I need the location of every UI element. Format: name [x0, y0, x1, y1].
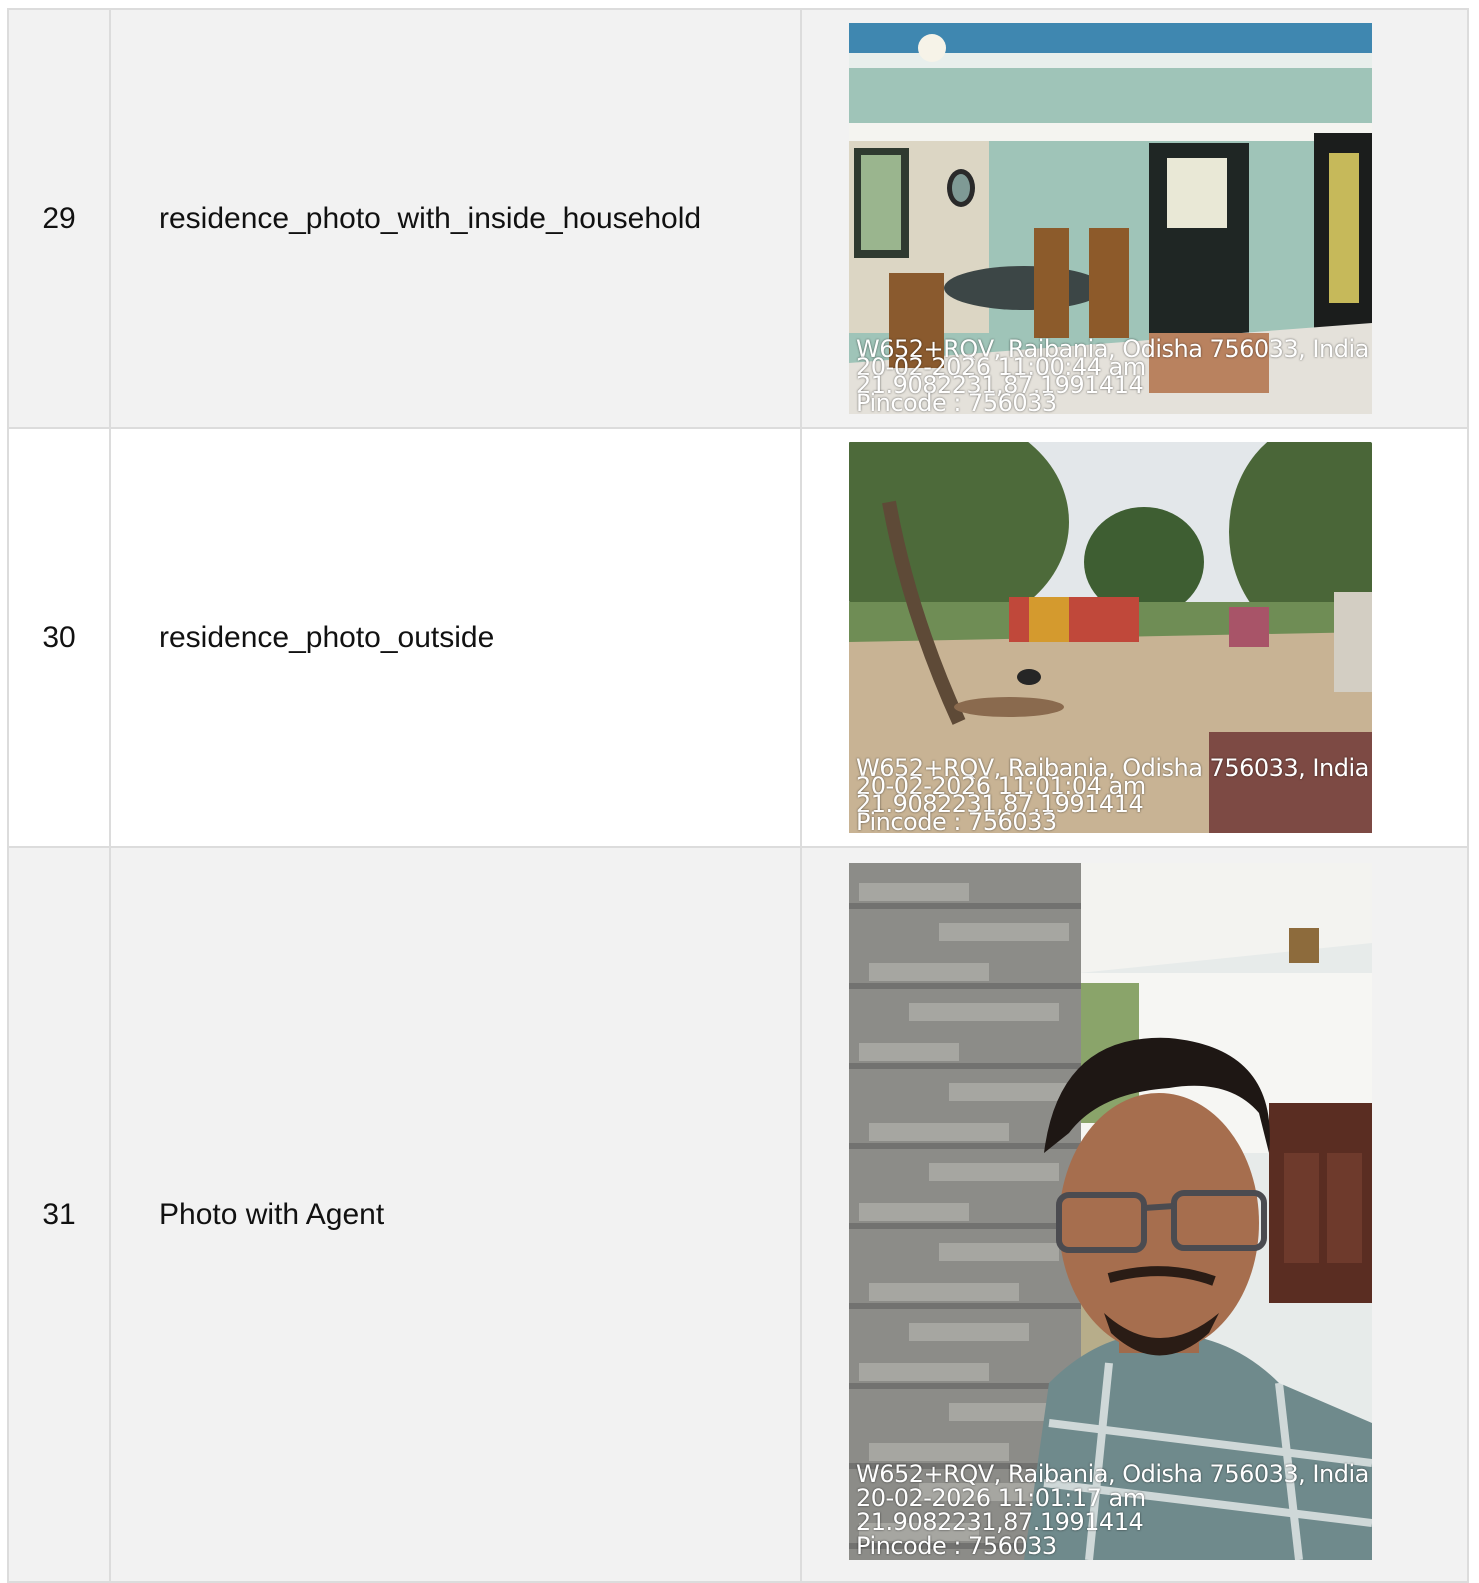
stamp-pincode: Pincode : 756033	[856, 1532, 1057, 1560]
photo-stamp: W652+RQV, Raibania, Odisha 756033, India…	[856, 1462, 1369, 1558]
row-number: 30	[7, 427, 111, 848]
row-number: 31	[7, 846, 111, 1583]
photo-stamp: W652+RQV, Raibania, Odisha 756033, India…	[856, 756, 1369, 833]
stamp-datetime: 20-02-2026 11:01:17 am	[856, 1484, 1146, 1512]
row-label: residence_photo_outside	[109, 427, 802, 848]
document-table: 29 residence_photo_with_inside_household	[7, 8, 1469, 1583]
residence-inside-photo: W652+RQV, Raibania, Odisha 756033, India…	[849, 23, 1372, 414]
residence-outside-photo: W652+RQV, Raibania, Odisha 756033, India…	[849, 442, 1372, 833]
stamp-address: W652+RQV, Raibania, Odisha 756033, India	[856, 1460, 1369, 1488]
row-label: residence_photo_with_inside_household	[109, 8, 802, 429]
row-label: Photo with Agent	[109, 846, 802, 1583]
table-row: 29 residence_photo_with_inside_household	[7, 8, 1469, 429]
photo-cell: W652+RQV, Raibania, Odisha 756033, India…	[800, 846, 1469, 1583]
agent-selfie-photo: W652+RQV, Raibania, Odisha 756033, India…	[849, 863, 1372, 1560]
row-number: 29	[7, 8, 111, 429]
photo-cell: W652+RQV, Raibania, Odisha 756033, India…	[800, 427, 1469, 848]
agent-selfie-image	[849, 863, 1372, 1560]
stamp-coordinates: 21.9082231,87.1991414	[856, 1508, 1144, 1536]
photo-stamp: W652+RQV, Raibania, Odisha 756033, India…	[856, 337, 1369, 414]
table-row: 30 residence_photo_outside W652+RQV, Rai…	[7, 427, 1469, 848]
table-row: 31 Photo with Agent W652+RQV, Raibania, …	[7, 846, 1469, 1583]
photo-cell: W652+RQV, Raibania, Odisha 756033, India…	[800, 8, 1469, 429]
